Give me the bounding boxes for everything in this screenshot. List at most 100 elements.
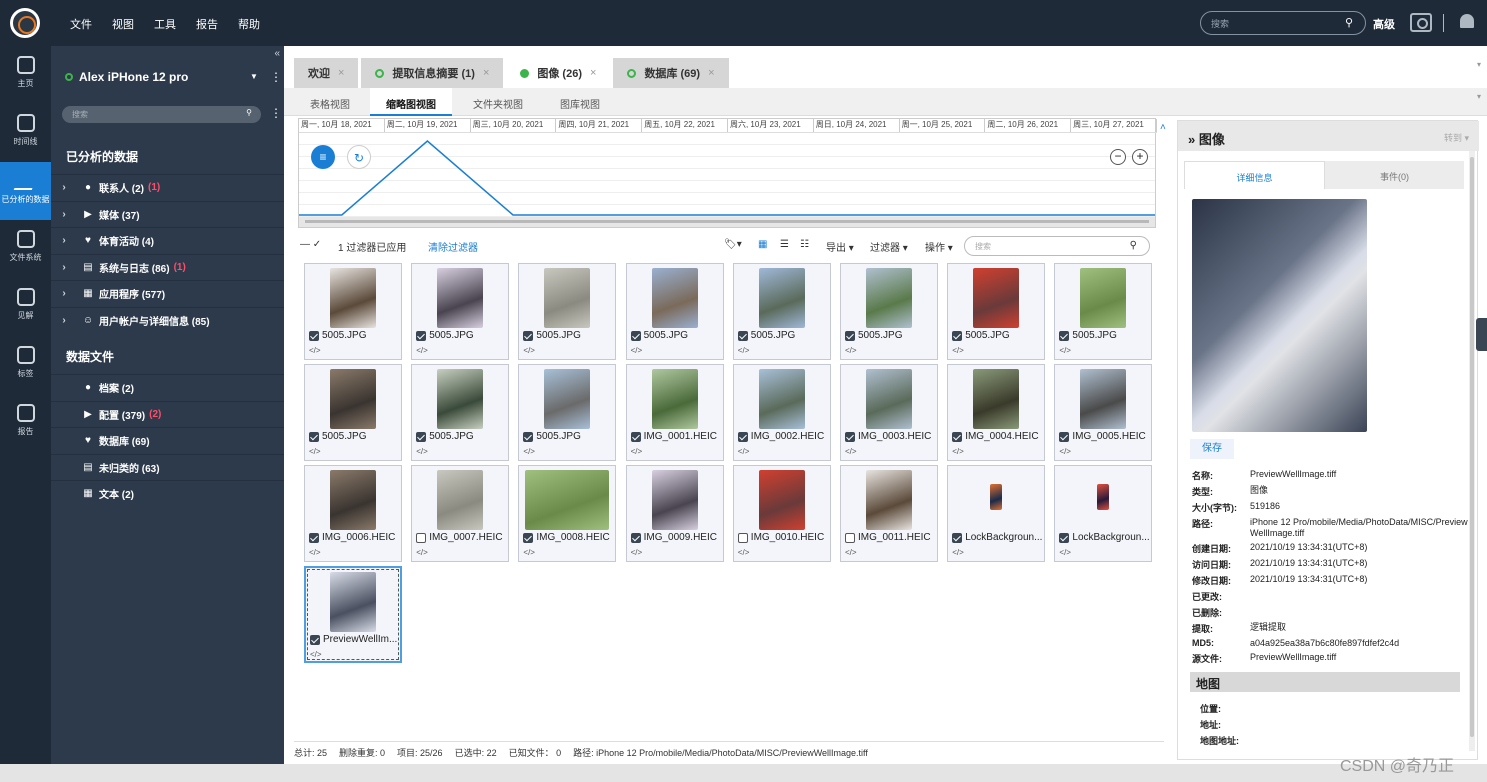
tree-item[interactable]: › ♥ 体育活动 (4) [51, 227, 284, 253]
checkbox[interactable] [310, 634, 320, 645]
checkbox[interactable] [737, 330, 748, 341]
global-search-input[interactable]: 搜索 ⚲ [1200, 11, 1366, 35]
checkbox[interactable] [1059, 532, 1070, 543]
checkbox[interactable] [737, 431, 748, 442]
checkbox[interactable] [309, 431, 319, 442]
view-tab-0[interactable]: 表格视图 [294, 88, 366, 116]
more-icon[interactable]: ⋮ [270, 106, 282, 120]
code-icon[interactable]: </> [738, 346, 750, 355]
code-icon[interactable]: </> [309, 548, 321, 557]
checkbox[interactable] [737, 532, 748, 543]
code-icon[interactable]: </> [952, 346, 964, 355]
search-icon[interactable]: ⚲ [1345, 16, 1353, 29]
camera-icon[interactable] [1410, 13, 1432, 32]
code-icon[interactable]: </> [310, 650, 322, 659]
code-icon[interactable]: </> [631, 447, 643, 456]
thumbnail-card[interactable]: IMG_0010.HEIC </> [732, 465, 831, 562]
thumbnail-card[interactable]: 5005.JPG </> [411, 263, 510, 360]
checkbox[interactable] [630, 532, 641, 543]
thumbnail-card[interactable]: 5005.JPG </> [304, 364, 402, 461]
advanced-search-button[interactable]: 高级 [1373, 16, 1395, 32]
tree-item[interactable]: › ☺ 用户帐户与详细信息 (85) [51, 306, 284, 333]
sidebar-search-input[interactable]: 搜索 ⚲ [62, 106, 261, 123]
sync-icon[interactable]: ↻ [347, 145, 371, 169]
menu-view[interactable]: 视图 [112, 16, 134, 32]
tree-item[interactable]: › ▤ 系统与日志 (86) (1) [51, 253, 284, 280]
save-button[interactable]: 保存 [1190, 439, 1234, 459]
more-icon[interactable]: ⋮ [270, 70, 282, 84]
thumbnail-card[interactable]: 5005.JPG </> [732, 263, 831, 360]
collapse-timeline-icon[interactable]: ˄ [1160, 122, 1166, 133]
view-menu-icon[interactable]: ▾ [1477, 92, 1481, 101]
rail-item-3[interactable]: 文件系统 [0, 220, 51, 278]
checkbox[interactable] [416, 532, 427, 543]
thumbnail-search-input[interactable]: 搜索 ⚲ [964, 236, 1150, 256]
thumbnail-view-icon[interactable]: ▦ [758, 239, 767, 250]
thumbnail-card[interactable]: IMG_0003.HEIC </> [840, 364, 938, 461]
code-icon[interactable]: </> [845, 548, 857, 557]
code-icon[interactable]: </> [416, 447, 428, 456]
thumbnail-card[interactable]: LockBackgroun... </> [1054, 465, 1153, 562]
goto-button[interactable]: 转到 ▾ [1444, 131, 1469, 144]
rail-item-0[interactable]: 主页 [0, 46, 51, 104]
code-icon[interactable]: </> [523, 548, 535, 557]
checkbox[interactable] [309, 330, 319, 341]
menu-tools[interactable]: 工具 [154, 16, 176, 32]
tag-filter-icon[interactable]: 🏷▾ [724, 239, 742, 250]
tab-menu-icon[interactable]: ▾ [1477, 60, 1481, 69]
thumbnail-card[interactable]: IMG_0011.HEIC </> [840, 465, 938, 562]
checkbox[interactable] [630, 330, 641, 341]
list-view-icon[interactable]: ☰ [780, 239, 789, 250]
menu-report[interactable]: 报告 [196, 16, 218, 32]
zoom-out-icon[interactable]: − [1110, 149, 1126, 165]
detail-view-icon[interactable]: ☷ [800, 239, 809, 250]
checkbox[interactable] [845, 330, 855, 341]
checkbox[interactable] [1059, 431, 1070, 442]
menu-help[interactable]: 帮助 [238, 16, 260, 32]
code-icon[interactable]: </> [952, 548, 964, 557]
checkbox[interactable] [630, 431, 641, 442]
code-icon[interactable]: </> [309, 447, 321, 456]
code-icon[interactable]: </> [1059, 548, 1071, 557]
close-icon[interactable]: × [483, 67, 489, 79]
thumbnail-card[interactable]: IMG_0002.HEIC </> [732, 364, 831, 461]
bell-icon[interactable] [1460, 14, 1474, 28]
menu-file[interactable]: 文件 [70, 16, 92, 32]
thumbnail-card[interactable]: IMG_0007.HEIC </> [411, 465, 510, 562]
tree-item[interactable]: ● 档案 (2) [51, 374, 284, 400]
checkbox[interactable] [523, 431, 534, 442]
tree-item[interactable]: ▦ 文本 (2) [51, 480, 284, 506]
thumbnail-card[interactable]: 5005.JPG </> [411, 364, 510, 461]
view-tab-3[interactable]: 图库视图 [544, 88, 616, 116]
thumbnail-card[interactable]: 5005.JPG </> [840, 263, 938, 360]
zoom-in-icon[interactable]: + [1132, 149, 1148, 165]
tree-item[interactable]: ▤ 未归类的 (63) [51, 453, 284, 480]
chevron-down-icon[interactable]: ▼ [250, 72, 258, 81]
tab-0[interactable]: 欢迎 × [294, 58, 359, 88]
export-menu[interactable]: 导出 ▾ [826, 239, 854, 254]
tree-item[interactable]: ▶ 配置 (379) (2) [51, 400, 284, 427]
code-icon[interactable]: </> [845, 346, 857, 355]
search-icon[interactable]: ⚲ [246, 108, 252, 117]
tree-item[interactable]: ♥ 数据库 (69) [51, 427, 284, 453]
code-icon[interactable]: </> [845, 447, 857, 456]
close-icon[interactable]: × [338, 67, 344, 79]
code-icon[interactable]: </> [1059, 346, 1071, 355]
close-icon[interactable]: × [590, 67, 596, 79]
rail-item-6[interactable]: 报告 [0, 394, 51, 452]
rail-item-1[interactable]: 时间线 [0, 104, 51, 162]
checkbox[interactable] [416, 330, 427, 341]
thumbnail-card[interactable]: 5005.JPG </> [947, 263, 1046, 360]
collapse-sidebar-icon[interactable]: « [274, 48, 280, 59]
tree-item[interactable]: › ▶ 媒体 (37) [51, 200, 284, 227]
thumbnail-card[interactable]: IMG_0001.HEIC </> [625, 364, 724, 461]
code-icon[interactable]: </> [738, 447, 750, 456]
thumbnail-card[interactable]: IMG_0006.HEIC </> [304, 465, 402, 562]
tree-item[interactable]: › ▦ 应用程序 (577) [51, 280, 284, 306]
view-tab-1[interactable]: 缩略图视图 [370, 88, 452, 116]
tab-events[interactable]: 事件(0) [1325, 161, 1464, 189]
checkbox[interactable] [1059, 330, 1070, 341]
checkbox[interactable] [845, 532, 855, 543]
code-icon[interactable]: </> [523, 346, 535, 355]
code-icon[interactable]: </> [416, 548, 428, 557]
